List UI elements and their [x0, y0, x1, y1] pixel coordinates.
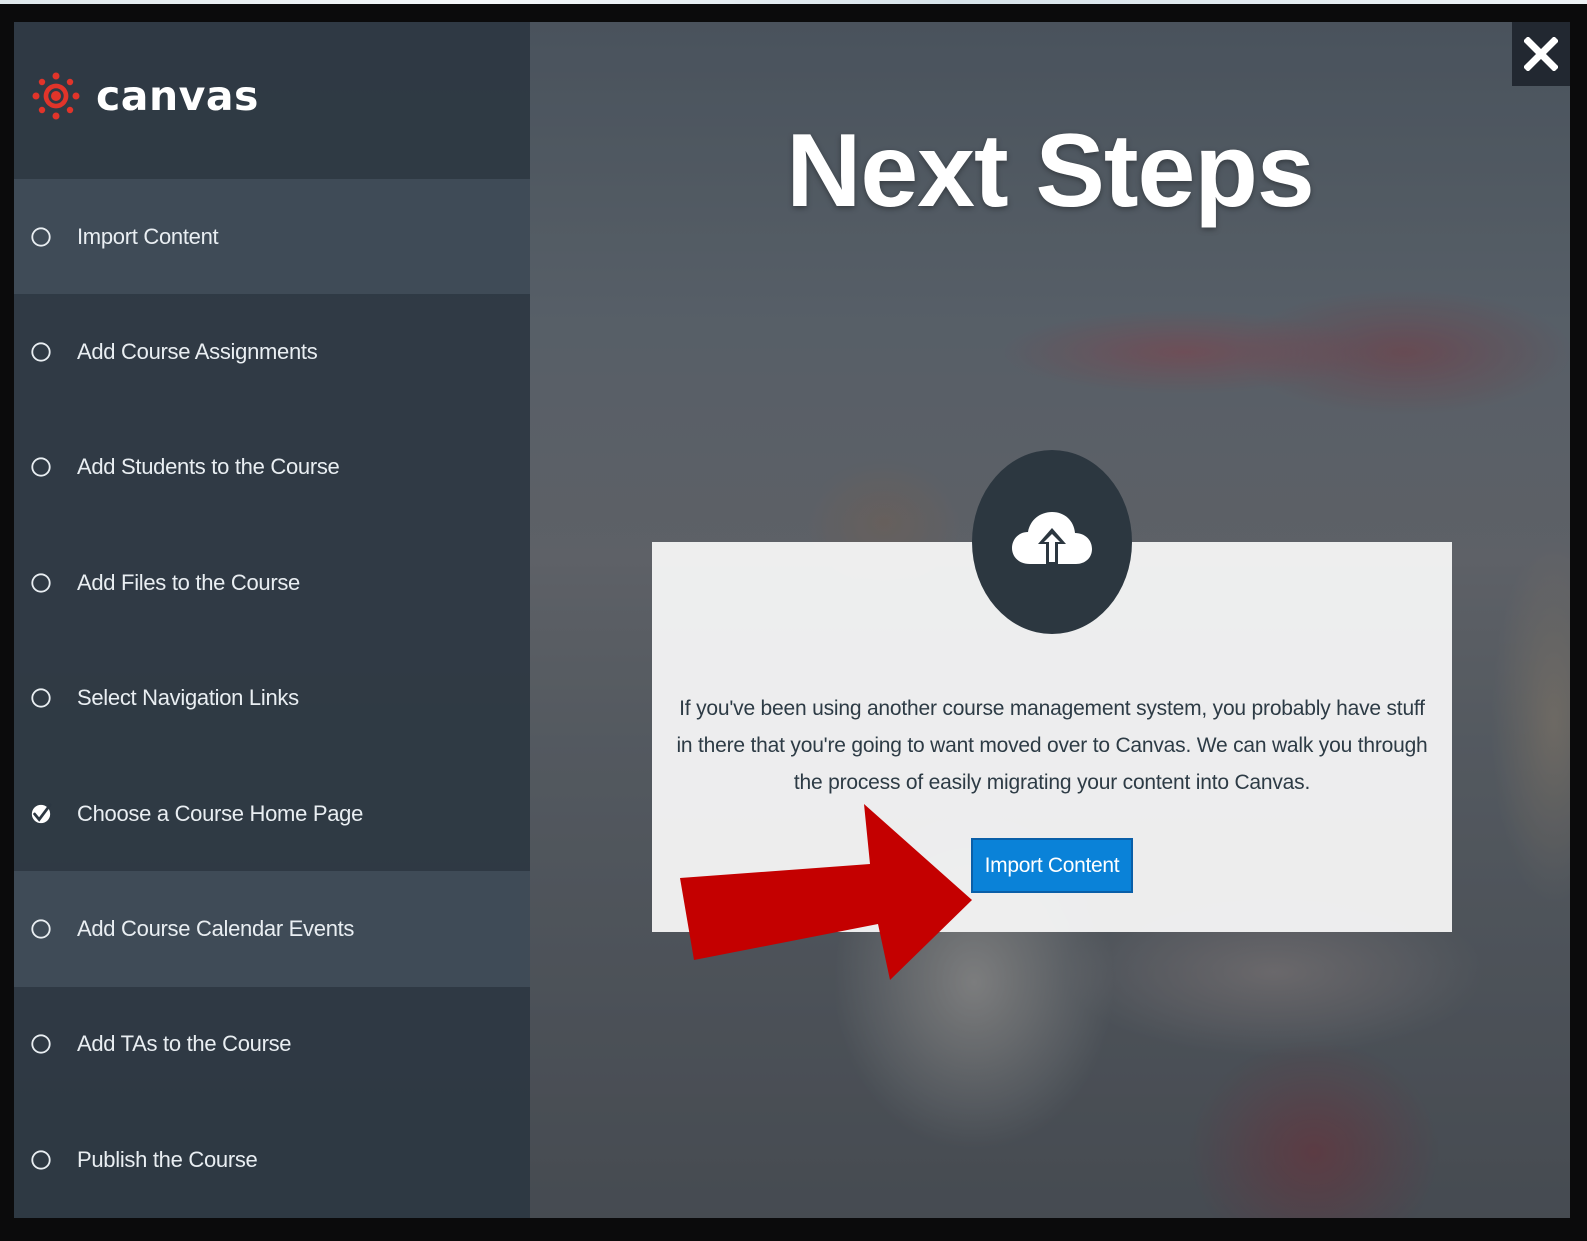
radio-circle-icon	[31, 1034, 51, 1055]
steps-list: Import Content Add Course Assignments Add …	[14, 179, 530, 1218]
close-icon	[1524, 37, 1558, 71]
step-label: Add Course Calendar Events	[77, 916, 355, 942]
radio-circle-icon	[31, 573, 51, 593]
radio-circle-icon	[31, 342, 51, 362]
step-label: Import Content	[77, 223, 219, 249]
radio-circle-icon	[31, 688, 51, 708]
annotation-arrow	[680, 804, 972, 980]
step-item[interactable]: Add Course Calendar Events	[14, 871, 530, 987]
steps-sidebar: canvas Import Content Add Course Assignme…	[14, 22, 530, 1218]
card-description: If you've been using another course mana…	[676, 697, 1428, 794]
close-button[interactable]	[1512, 22, 1570, 86]
step-item[interactable]: Add Files to the Course	[14, 525, 530, 640]
radio-circle-icon	[31, 457, 51, 478]
radio-circle-icon	[31, 919, 51, 939]
brand-name: canvas	[96, 72, 259, 120]
step-label: Publish the Course	[77, 1146, 258, 1172]
next-steps-modal: canvas Import Content Add Course Assignme…	[14, 22, 1570, 1218]
radio-circle-icon	[31, 227, 51, 247]
step-item[interactable]: Publish the Course	[14, 1102, 530, 1217]
step-label: Add Students to the Course	[77, 454, 340, 480]
canvas-logo: canvas	[32, 68, 259, 124]
import-content-button[interactable]: Import Content	[971, 838, 1133, 893]
step-item[interactable]: Select Navigation Links	[14, 641, 530, 756]
check-circle-icon	[31, 803, 52, 823]
page-title: Next Steps	[786, 113, 1315, 229]
step-item[interactable]: Import Content	[14, 179, 530, 295]
step-label: Add Files to the Course	[77, 569, 300, 595]
step-item[interactable]: Add TAs to the Course	[14, 987, 530, 1102]
radio-circle-icon	[31, 1150, 51, 1170]
step-label: Select Navigation Links	[77, 685, 299, 711]
step-item[interactable]: Add Course Assignments	[14, 294, 530, 409]
canvas-logo-icon	[32, 72, 80, 120]
step-item[interactable]: Choose a Course Home Page	[14, 756, 530, 871]
step-label: Add Course Assignments	[77, 339, 318, 365]
modal-frame: canvas Import Content Add Course Assignme…	[0, 4, 1587, 1241]
step-label: Choose a Course Home Page	[77, 800, 363, 826]
step-label: Add TAs to the Course	[77, 1031, 292, 1057]
step-item[interactable]: Add Students to the Course	[14, 410, 530, 525]
card-icon-circle	[972, 450, 1132, 634]
cloud-upload-icon	[1012, 512, 1092, 566]
